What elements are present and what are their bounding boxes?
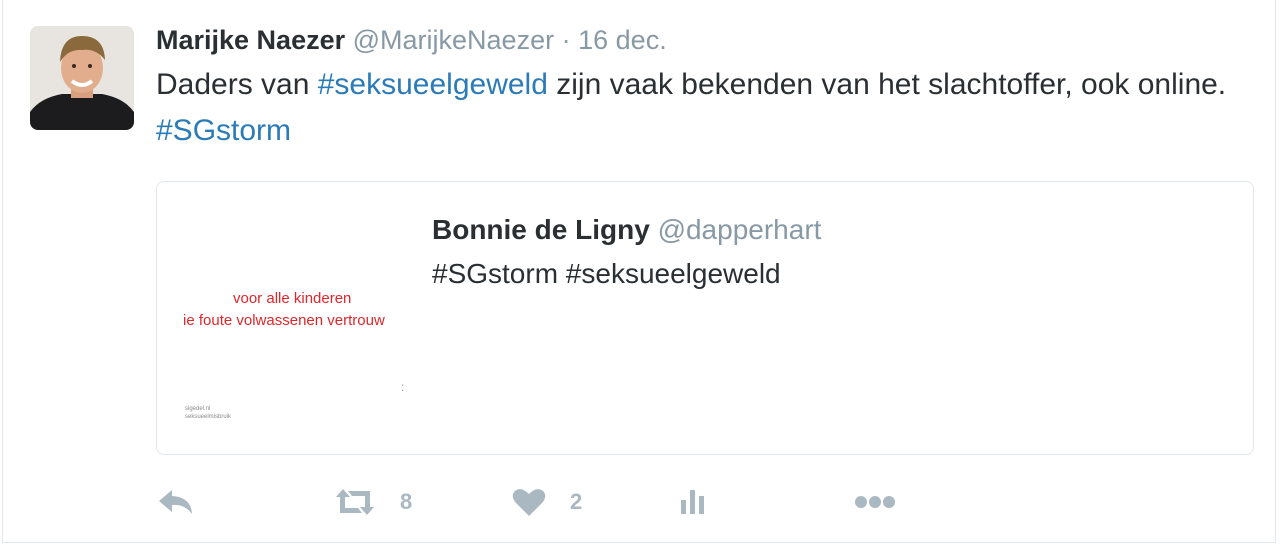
reply-button[interactable] [158,480,194,524]
tweet-text-part: Daders van [156,68,318,101]
more-button[interactable] [854,480,896,524]
media-text-line: ie foute volwassenen vertrouw [183,312,385,329]
quoted-author-handle[interactable]: @dapperhart [658,214,822,245]
retweet-icon [336,489,374,515]
reply-icon [159,490,192,514]
timestamp[interactable]: 16 dec. [578,25,667,55]
header-separator: · [561,25,571,55]
analytics-button[interactable] [680,480,708,524]
bar-chart-icon [681,490,704,514]
hashtag-link[interactable]: #SGstorm [156,114,291,147]
quoted-tweet[interactable]: voor alle kinderen ie foute volwassenen … [156,181,1254,455]
tweet-text-part: zijn vaak bekenden van het slachtoffer, … [547,68,1227,101]
author-name[interactable]: Marijke Naezer [156,25,345,55]
quoted-tweet-text: #SGstorm #seksueelgeweld [432,258,781,289]
like-count: 2 [570,489,583,514]
media-small-text: seksueelmisbruik [185,414,232,420]
heart-icon [512,489,546,516]
quoted-tweet-header: Bonnie de Ligny @dapperhart [432,212,821,248]
tweet-header: Marijke Naezer @MarijkeNaezer · 16 dec. [156,22,667,58]
media-mark: : [401,380,405,394]
tweet-text: Daders van #seksueelgeweld zijn vaak bek… [156,62,1246,154]
tweet-card[interactable]: Marijke Naezer @MarijkeNaezer · 16 dec. … [2,0,1276,543]
retweet-button[interactable]: 8 [334,480,412,524]
author-handle[interactable]: @MarijkeNaezer [353,25,554,55]
quoted-author-name[interactable]: Bonnie de Ligny [432,214,650,245]
quoted-tweet-media[interactable]: voor alle kinderen ie foute volwassenen … [171,196,417,442]
tweet-actions: 8 2 [156,480,956,524]
avatar-image [30,26,134,130]
hashtag-link[interactable]: #seksueelgeweld [318,68,548,101]
media-small-text: sigedel.nl [185,406,211,412]
avatar[interactable] [30,26,134,130]
retweet-count: 8 [400,489,413,514]
more-dots-icon [855,496,895,508]
like-button[interactable]: 2 [512,480,582,524]
media-text-line: voor alle kinderen [233,290,352,307]
